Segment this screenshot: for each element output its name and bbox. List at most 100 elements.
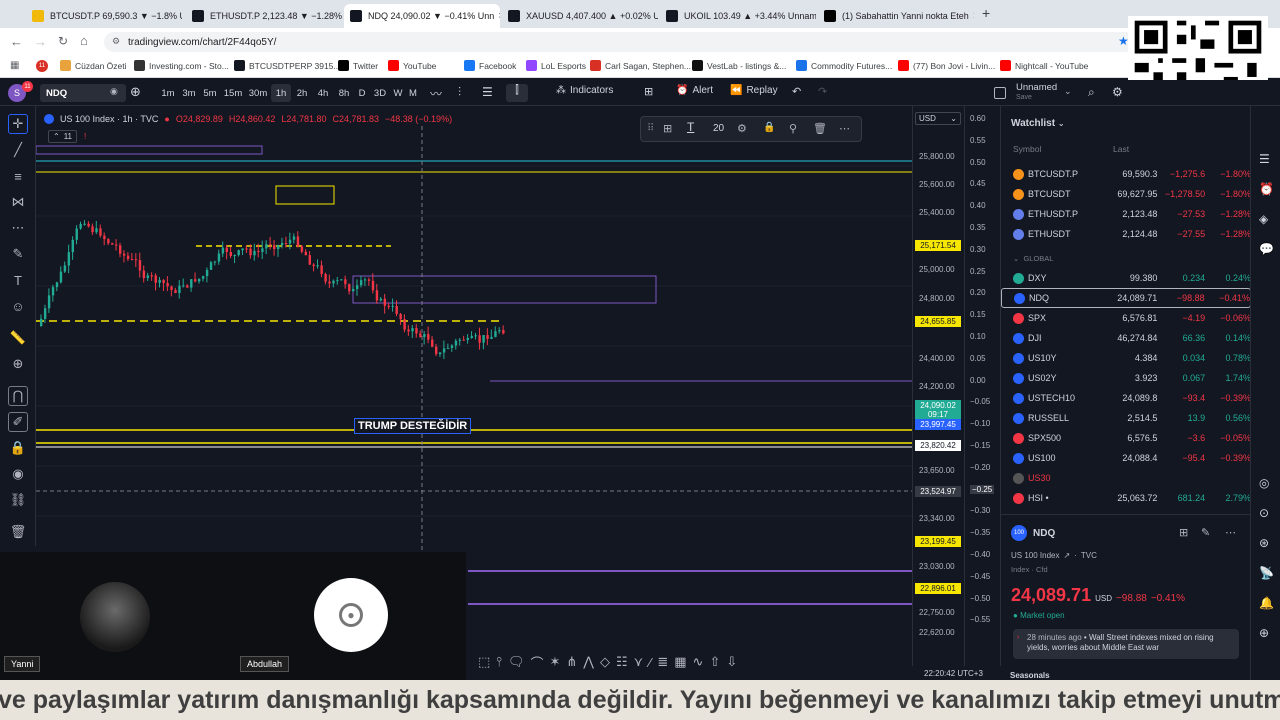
- bookmark-item[interactable]: YouTube: [388, 60, 436, 71]
- browser-tab[interactable]: BTCUSDT.P 69,590.3 ▼ −1.8% U×: [26, 4, 182, 28]
- help-icon[interactable]: ⊕: [1259, 626, 1269, 640]
- new-tab-button[interactable]: +: [982, 6, 996, 20]
- broadcast-icon[interactable]: 📡: [1259, 566, 1274, 580]
- object-tree-icon[interactable]: ◈: [1259, 212, 1268, 226]
- layout-name[interactable]: Unnamed Save: [1016, 83, 1057, 103]
- replay-button[interactable]: ⏪ Replay: [730, 85, 778, 96]
- watchlist-row[interactable]: US100 24,088.4 −95.4 −0.39%: [1001, 448, 1251, 468]
- interval-button[interactable]: 30m: [246, 84, 270, 102]
- site-info-icon[interactable]: ⚙: [112, 36, 120, 47]
- watchlist-row[interactable]: BTCUSDT.P 69,590.3 −1,275.6 −1.80%: [1001, 164, 1251, 184]
- interval-button[interactable]: 5m: [200, 84, 220, 102]
- interval-button[interactable]: 8h: [334, 84, 354, 102]
- interval-button[interactable]: M: [406, 84, 420, 102]
- settings-icon[interactable]: ⚙: [1112, 85, 1123, 99]
- arc-tool-icon[interactable]: ⌒: [530, 653, 543, 672]
- fx-icon[interactable]: ⫿: [506, 84, 528, 102]
- detail-symbol[interactable]: NDQ: [1033, 528, 1055, 539]
- col-symbol[interactable]: Symbol: [1013, 144, 1041, 154]
- zoom-in-icon[interactable]: ⊕: [8, 354, 28, 374]
- tab-close-icon[interactable]: ×: [494, 10, 500, 22]
- arrow-up-tool-icon[interactable]: ⇧: [709, 654, 720, 670]
- watchlist-row[interactable]: DJI 46,274.84 66.36 0.14%: [1001, 328, 1251, 348]
- interval-button[interactable]: 2h: [292, 84, 312, 102]
- callout-tool-icon[interactable]: 🗨: [508, 654, 525, 670]
- interval-button[interactable]: 4h: [313, 84, 333, 102]
- trash-icon[interactable]: 🗑: [8, 522, 28, 542]
- rect-tool-icon[interactable]: ⬚: [478, 654, 490, 670]
- external-link-icon[interactable]: ↗: [1063, 551, 1070, 560]
- seasonals-label[interactable]: Seasonals: [1010, 671, 1050, 680]
- detail-edit-icon[interactable]: ✎: [1201, 526, 1210, 539]
- browser-tab[interactable]: XAUUSD 4,407.400 ▲ +0.02% U×: [502, 4, 658, 28]
- ray-tool-icon[interactable]: ≣: [657, 654, 668, 670]
- ideas-icon[interactable]: ⊙: [1259, 506, 1269, 520]
- bars-icon[interactable]: ☰: [482, 85, 493, 99]
- drag-handle-icon[interactable]: ⠿: [647, 123, 654, 134]
- template-icon[interactable]: ⊞: [663, 122, 672, 135]
- forward-icon[interactable]: →: [34, 34, 47, 49]
- bookmark-item[interactable]: Facebook: [464, 60, 516, 71]
- watchlist-row[interactable]: HSI • 25,063.72 681.24 2.79%: [1001, 488, 1251, 508]
- trendline-icon[interactable]: ╱: [8, 140, 28, 160]
- bookmark-item[interactable]: (77) Bon Jovi - Livin...: [898, 60, 995, 71]
- grid-tool-icon[interactable]: ▦: [674, 654, 686, 670]
- currency-select[interactable]: USD ⌄: [915, 112, 961, 125]
- ruler-icon[interactable]: 📏: [8, 328, 28, 348]
- chat-icon[interactable]: 💬: [1259, 242, 1274, 256]
- interval-button[interactable]: D: [355, 84, 369, 102]
- watchlist-row[interactable]: USTECH10 24,089.8 −93.4 −0.39%: [1001, 388, 1251, 408]
- gann-tool-icon[interactable]: ✶: [549, 654, 560, 670]
- apps-icon[interactable]: ▦: [10, 60, 19, 71]
- alerts-icon[interactable]: ⏰: [1259, 182, 1274, 196]
- curve-tool-icon[interactable]: ∿: [693, 654, 704, 670]
- link-icon[interactable]: ⛓: [8, 490, 28, 510]
- arrow-down-tool-icon[interactable]: ⇩: [726, 654, 737, 670]
- watchlist-title[interactable]: Watchlist ⌄: [1011, 118, 1065, 129]
- layout-chevron-icon[interactable]: ⌄: [1064, 86, 1072, 97]
- lock-icon[interactable]: 🔒: [8, 438, 28, 458]
- path-tool-icon[interactable]: ⫯: [496, 654, 502, 670]
- quick-search-icon[interactable]: ⌕: [1088, 85, 1095, 100]
- bookmark-item[interactable]: VestLab - listings &...: [692, 60, 786, 71]
- bookmark-item[interactable]: BTCUSDTPERP 3915...: [234, 60, 341, 71]
- hide-eye-icon[interactable]: ◉: [8, 464, 28, 484]
- interval-button[interactable]: 1m: [158, 84, 178, 102]
- detail-more-icon[interactable]: ⋯: [1225, 526, 1236, 539]
- bookmark-item[interactable]: Nightcall - YouTube: [1000, 60, 1088, 71]
- back-icon[interactable]: ←: [10, 34, 23, 49]
- bookmark-item[interactable]: Carl Sagan, Stephen...: [590, 60, 691, 71]
- candles-icon[interactable]: ⫶: [458, 85, 461, 100]
- indicator-toggle[interactable]: ⌃ 11: [48, 130, 78, 143]
- target-icon[interactable]: ◎: [1259, 476, 1269, 490]
- text-color-icon[interactable]: T: [687, 120, 694, 134]
- bookmark-item[interactable]: Investing.com - Sto...: [134, 60, 229, 71]
- channel-tool-icon[interactable]: ☷: [616, 654, 628, 670]
- chart-clock[interactable]: 22:20:42 UTC+3: [924, 669, 983, 678]
- brush-icon[interactable]: ✎: [8, 244, 28, 264]
- notification-badge[interactable]: 11: [22, 81, 33, 92]
- eye-icon[interactable]: ◉: [110, 86, 118, 97]
- watchlist-row[interactable]: ETHUSDT.P 2,123.48 −27.53 −1.28%: [1001, 204, 1251, 224]
- trump-support-label[interactable]: TRUMP DESTEĞİDİR: [354, 418, 472, 434]
- layout-checkbox[interactable]: [994, 87, 1006, 99]
- browser-tab[interactable]: UKOIL 103.49 ▲ +3.44% Unnam×: [660, 4, 816, 28]
- interval-button[interactable]: W: [391, 84, 405, 102]
- watchlist-row[interactable]: ETHUSDT 2,124.48 −27.55 −1.28%: [1001, 224, 1251, 244]
- alert-button[interactable]: ⏰ Alert: [676, 85, 713, 96]
- watchlist-row[interactable]: SPX500 6,576.5 −3.6 −0.05%: [1001, 428, 1251, 448]
- chart-type-icon[interactable]: 〰: [430, 85, 442, 102]
- bookmark-item[interactable]: Cüzdan Özeti: [60, 60, 127, 71]
- bookmark-item[interactable]: LoL Esports: [526, 60, 586, 71]
- watchlist-row[interactable]: US02Y 3.923 0.067 1.74%: [1001, 368, 1251, 388]
- symbol-search[interactable]: NDQ ◉: [40, 84, 126, 102]
- interval-button[interactable]: 3m: [179, 84, 199, 102]
- text-tool-icon[interactable]: T: [8, 270, 28, 290]
- watchlist-row[interactable]: US10Y 4.384 0.034 0.78%: [1001, 348, 1251, 368]
- interval-button[interactable]: 3D: [370, 84, 390, 102]
- diamond-tool-icon[interactable]: ◇: [600, 654, 610, 670]
- url-input[interactable]: ⚙ tradingview.com/chart/2F44qo5Y/: [104, 32, 1144, 52]
- watchlist-row[interactable]: NDQ 24,089.71 −98.88 −0.41%: [1001, 288, 1251, 308]
- watchlist-icon[interactable]: ☰: [1259, 152, 1270, 166]
- undo-icon[interactable]: ↶: [792, 85, 801, 98]
